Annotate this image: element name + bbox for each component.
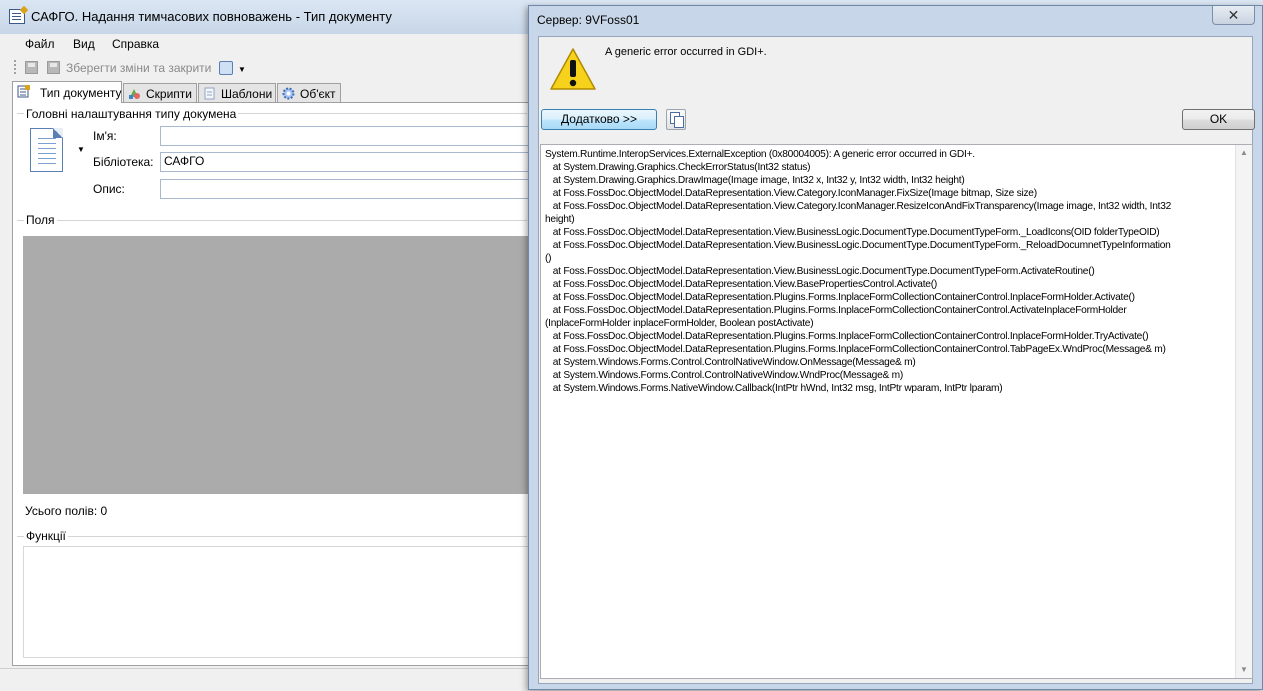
fields-grid[interactable] — [23, 236, 531, 494]
doc-type-icon — [17, 85, 30, 98]
tab-label: Об'єкт — [300, 87, 336, 101]
save-close-icon[interactable] — [47, 61, 60, 74]
tab-object[interactable]: Об'єкт — [277, 83, 341, 102]
error-message: A generic error occurred in GDI+. — [605, 46, 767, 58]
vertical-scrollbar[interactable]: ▲ ▼ — [1235, 145, 1252, 678]
object-icon — [282, 87, 295, 100]
copy-button[interactable] — [666, 109, 686, 130]
scroll-up-arrow-icon[interactable]: ▲ — [1240, 148, 1248, 157]
group-divider — [17, 220, 527, 221]
error-details-textbox[interactable]: System.Runtime.InteropServices.ExternalE… — [540, 144, 1253, 679]
functions-title: Функції — [24, 529, 68, 543]
tab-document-type[interactable]: Тип документу — [12, 81, 122, 103]
error-dialog: Сервер: 9VFoss01 ✕ A generic error occur… — [528, 5, 1263, 690]
error-details-text: System.Runtime.InteropServices.ExternalE… — [545, 149, 1172, 394]
dialog-title: Сервер: 9VFoss01 — [537, 13, 640, 27]
name-input[interactable] — [160, 126, 532, 146]
tab-label: Скрипти — [146, 87, 192, 101]
close-icon: ✕ — [1227, 7, 1240, 23]
ok-button[interactable]: OK — [1182, 109, 1255, 130]
templates-icon — [204, 87, 215, 100]
chevron-down-icon[interactable]: ▼ — [238, 65, 246, 74]
general-settings-title: Головні налаштування типу докумена — [24, 107, 239, 121]
tab-label: Шаблони — [221, 87, 273, 101]
status-bar — [0, 668, 540, 691]
scroll-down-arrow-icon[interactable]: ▼ — [1240, 665, 1248, 674]
menu-file[interactable]: Файл — [25, 37, 55, 51]
library-label: Бібліотека: — [93, 155, 154, 169]
app-icon — [9, 9, 25, 24]
window-title: САФГО. Надання тимчасових повноважень - … — [31, 9, 392, 24]
dialog-body: A generic error occurred in GDI+. Додатк… — [538, 36, 1255, 684]
icon-dropdown-chevron-icon[interactable]: ▼ — [77, 145, 85, 154]
warning-icon — [550, 48, 596, 90]
name-label: Ім'я: — [93, 129, 117, 143]
tab-panel-document-type: Головні налаштування типу докумена ▼ Ім'… — [12, 102, 532, 666]
toolbar-grip-icon[interactable] — [14, 60, 16, 76]
fields-total-count: Усього полів: 0 — [25, 504, 108, 518]
save-icon[interactable] — [25, 61, 38, 74]
close-button[interactable]: ✕ — [1212, 6, 1255, 25]
menu-view[interactable]: Вид — [73, 37, 95, 51]
tab-label: Тип документу — [40, 86, 122, 100]
description-input[interactable] — [160, 179, 532, 199]
tab-templates[interactable]: Шаблони — [198, 83, 276, 102]
form-options-icon[interactable] — [219, 61, 233, 75]
description-label: Опис: — [93, 182, 125, 196]
fields-title: Поля — [24, 213, 57, 227]
scripts-icon — [129, 89, 140, 99]
document-type-icon[interactable] — [24, 125, 76, 177]
save-close-button[interactable]: Зберегти зміни та закрити — [66, 61, 211, 75]
tab-scripts[interactable]: Скрипти — [123, 83, 197, 102]
group-divider — [17, 536, 527, 537]
more-details-button[interactable]: Додатково >> — [541, 109, 657, 130]
copy-icon — [674, 116, 684, 128]
page-fold-icon — [53, 128, 63, 138]
functions-list[interactable] — [23, 546, 531, 658]
library-field[interactable]: САФГО — [160, 152, 532, 172]
menu-help[interactable]: Справка — [112, 37, 159, 51]
tab-strip: Тип документу Скрипти Шаблони Об'єкт — [12, 81, 532, 103]
